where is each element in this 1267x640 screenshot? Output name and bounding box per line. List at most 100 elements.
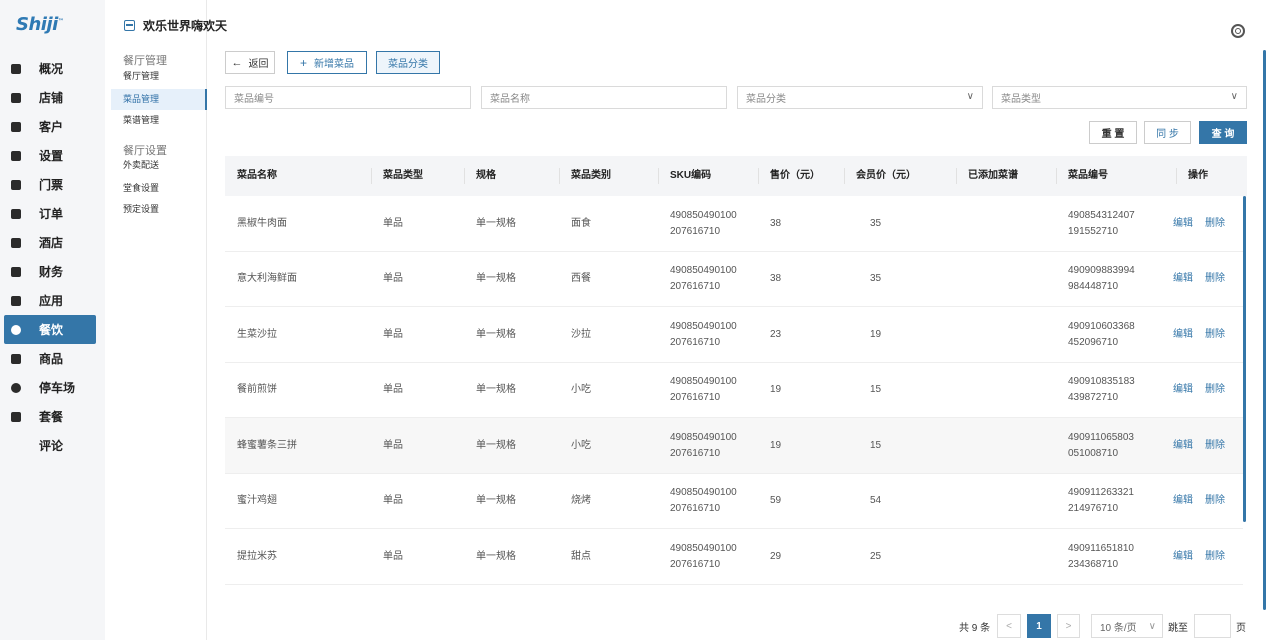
- cell-spec: 单一规格: [476, 217, 516, 229]
- table-header: 菜品名称 菜品类型 规格 菜品类别 SKU编码 售价（元） 会员价（元） 已添加…: [225, 156, 1247, 196]
- cell-code: 490910603368 452096710: [1068, 307, 1148, 362]
- cell-type: 单品: [383, 328, 403, 340]
- table-row[interactable]: 意大利海鲜面 单品 单一规格 西餐 490850490100 207616710 38 35 4…: [225, 251, 1243, 307]
- delete-link[interactable]: 删除: [1205, 438, 1225, 454]
- subnav-group-restaurant: 餐厅管理 餐厅管理 菜品管理 菜谱管理: [111, 53, 207, 131]
- col-dish-code: 菜品编号: [1056, 156, 1108, 196]
- dish-category-button[interactable]: 菜品分类: [376, 51, 440, 74]
- edit-link[interactable]: 编辑: [1173, 271, 1193, 287]
- dish-category-select[interactable]: 菜品分类 ∨: [737, 86, 983, 109]
- cell-sku: 490850490100 207616710: [670, 196, 750, 251]
- table-row[interactable]: 蜂蜜薯条三拼 单品 单一规格 小吃 490850490100 207616710 19 15 4…: [225, 418, 1243, 474]
- cell-code_2: 439872710: [1068, 392, 1119, 403]
- chevron-down-icon: ∨: [966, 91, 974, 102]
- table-row[interactable]: 黑椒牛肉面 单品 单一规格 面食 490850490100 207616710 38 35 49…: [225, 196, 1243, 252]
- cell-member_price: 15: [870, 384, 882, 395]
- nav-item-0[interactable]: 概况: [4, 54, 96, 83]
- cell-spec: 单一规格: [476, 439, 516, 451]
- nav-item-1[interactable]: 店铺: [4, 83, 96, 112]
- cell-name: 意大利海鲜面: [237, 273, 297, 284]
- prev-page-button[interactable]: <: [997, 614, 1021, 638]
- edit-link[interactable]: 编辑: [1173, 549, 1193, 565]
- col-menus: 已添加菜谱: [956, 156, 1018, 196]
- nav-item-label: 酒店: [39, 236, 64, 250]
- restaurant-icon: [124, 20, 135, 31]
- jump-page-input[interactable]: [1194, 614, 1231, 638]
- blank-icon: [11, 441, 21, 451]
- dish-name-input[interactable]: 菜品名称: [481, 86, 727, 109]
- nav-item-7[interactable]: 财务: [4, 257, 96, 286]
- edit-link[interactable]: 编辑: [1173, 493, 1193, 509]
- cell-price: 38: [770, 273, 782, 284]
- cell-spec: 单一规格: [476, 384, 516, 395]
- delete-link[interactable]: 删除: [1205, 493, 1225, 509]
- subnav-item-reservation[interactable]: 预定设置: [123, 199, 207, 220]
- nav-item-8[interactable]: 应用: [4, 286, 96, 315]
- nav-item-label: 门票: [39, 178, 64, 192]
- nav-item-4[interactable]: 门票: [4, 170, 96, 199]
- delete-link[interactable]: 删除: [1205, 271, 1225, 287]
- edit-link[interactable]: 编辑: [1173, 327, 1193, 343]
- subnav-item-dinein[interactable]: 堂食设置: [123, 178, 207, 199]
- cell-category: 烧烤: [571, 495, 591, 506]
- subnav-item-dish-mgmt[interactable]: 菜品管理: [111, 89, 207, 110]
- col-member-price: 会员价（元）: [844, 156, 916, 196]
- page-size-select[interactable]: 10 条/页 ∨: [1091, 614, 1163, 638]
- nav-item-label: 财务: [39, 265, 64, 279]
- cell-sku_2: 207616710: [670, 558, 721, 570]
- plus-icon: +: [299, 55, 307, 70]
- goods-icon: [11, 353, 21, 364]
- delete-link[interactable]: 删除: [1205, 216, 1225, 232]
- table-row[interactable]: 生菜沙拉 单品 单一规格 沙拉 490850490100 207616710 23 19 490…: [225, 307, 1243, 363]
- delete-link[interactable]: 删除: [1205, 382, 1225, 398]
- subnav-item-menu-mgmt[interactable]: 菜谱管理: [123, 110, 207, 131]
- cell-sku_2: 207616710: [670, 336, 721, 348]
- app-logo: Shiji™: [16, 14, 64, 35]
- nav-item-6[interactable]: 酒店: [4, 228, 96, 257]
- subnav-item-delivery[interactable]: 外卖配送: [123, 159, 207, 178]
- nav-item-10[interactable]: 商品: [4, 344, 96, 373]
- add-dish-button[interactable]: + 新增菜品: [287, 51, 367, 74]
- nav-item-label: 设置: [39, 149, 64, 163]
- delete-link[interactable]: 删除: [1205, 327, 1225, 343]
- table-row[interactable]: 提拉米苏 单品 单一规格 甜点 490850490100 207616710 29 25 490…: [225, 529, 1243, 585]
- dish-code-input[interactable]: 菜品编号: [225, 86, 471, 109]
- cell-type: 单品: [383, 217, 403, 229]
- query-button[interactable]: 查 询: [1199, 121, 1247, 144]
- reset-button[interactable]: 重 置: [1089, 121, 1137, 144]
- cell-code_2: 984448710: [1068, 281, 1119, 292]
- edit-link[interactable]: 编辑: [1173, 382, 1193, 398]
- cell-price: 19: [770, 439, 782, 451]
- nav-item-13[interactable]: 评论: [4, 431, 96, 460]
- table-scrollbar[interactable]: [1243, 196, 1246, 522]
- nav-item-11[interactable]: 停车场: [4, 373, 96, 402]
- delete-link[interactable]: 删除: [1205, 549, 1225, 565]
- nav-item-12[interactable]: 套餐: [4, 402, 96, 431]
- page-suffix: 页: [1236, 622, 1246, 634]
- nav-item-9[interactable]: 餐饮: [4, 315, 96, 344]
- table-row[interactable]: 蜜汁鸡翅 单品 单一规格 烧烤 490850490100 207616710 59 54 490…: [225, 473, 1243, 529]
- cell-code_2: 234368710: [1068, 558, 1119, 570]
- nav-item-5[interactable]: 订单: [4, 199, 96, 228]
- nav-item-2[interactable]: 客户: [4, 112, 96, 141]
- order-icon: [11, 208, 21, 219]
- back-button[interactable]: ← 返回: [225, 51, 275, 74]
- cell-name: 提拉米苏: [237, 550, 277, 562]
- sync-button[interactable]: 同 步: [1144, 121, 1191, 144]
- edit-link[interactable]: 编辑: [1173, 216, 1193, 232]
- nav-item-3[interactable]: 设置: [4, 141, 96, 170]
- cell-code_1: 490910603368: [1068, 320, 1135, 332]
- cell-sku_1: 490850490100: [670, 209, 737, 221]
- col-actions: 操作: [1176, 156, 1208, 196]
- cell-name: 餐前煎饼: [237, 384, 277, 395]
- next-page-button[interactable]: >: [1057, 614, 1080, 638]
- page-scrollbar[interactable]: [1263, 50, 1266, 610]
- cell-price: 59: [770, 495, 782, 506]
- table-row[interactable]: 餐前煎饼 单品 单一规格 小吃 490850490100 207616710 19 15 490…: [225, 362, 1243, 418]
- edit-link[interactable]: 编辑: [1173, 438, 1193, 454]
- chevron-down-icon: ∨: [1230, 91, 1238, 102]
- dish-type-select[interactable]: 菜品类型 ∨: [992, 86, 1247, 109]
- subnav-item-restaurant-mgmt[interactable]: 餐厅管理: [123, 69, 207, 89]
- col-sku: SKU编码: [657, 156, 711, 196]
- page-1-button[interactable]: 1: [1027, 614, 1051, 638]
